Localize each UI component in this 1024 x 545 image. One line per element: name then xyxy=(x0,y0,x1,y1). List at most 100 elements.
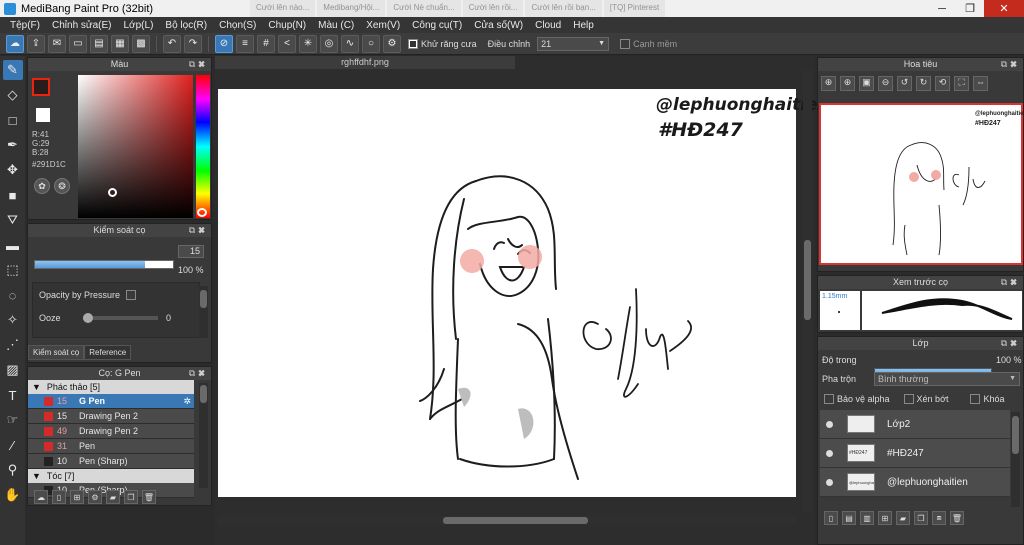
folder-icon[interactable]: ▰ xyxy=(896,511,910,525)
snap-off-icon[interactable]: ⊘ xyxy=(215,34,233,53)
duplicate-icon[interactable]: ❐ xyxy=(124,490,138,504)
rotate-right-icon[interactable]: ↻ xyxy=(916,76,931,91)
eye-icon[interactable] xyxy=(826,420,833,428)
pen-tool-icon[interactable]: ✒ xyxy=(3,135,23,155)
menu-edit[interactable]: Chỉnh sửa(E) xyxy=(46,20,118,31)
ring-icon[interactable]: ○ xyxy=(362,34,380,53)
radial-snap-icon[interactable]: ✳ xyxy=(299,34,317,53)
flip-icon[interactable]: ⇔ xyxy=(973,76,988,91)
clipping-toggle[interactable]: Xén bớt xyxy=(903,394,948,404)
text-tool-icon[interactable]: T xyxy=(3,385,23,405)
menu-window[interactable]: Cửa số(W) xyxy=(468,20,529,31)
zoom-out-icon[interactable]: ⊖ xyxy=(878,76,893,91)
gradient-tool-icon[interactable]: ▬ xyxy=(3,235,23,255)
palette-icon[interactable]: ✿ xyxy=(34,178,50,194)
circle-snap-icon[interactable]: ◎ xyxy=(320,34,338,53)
grid-icon[interactable]: ▩ xyxy=(132,34,150,53)
layer-row[interactable]: #HĐ247 #HĐ247 xyxy=(820,439,1010,468)
trash-icon[interactable]: 🗑 xyxy=(950,511,964,525)
eye-icon[interactable] xyxy=(826,478,833,486)
fit-icon[interactable]: ▣ xyxy=(859,76,874,91)
menu-filter[interactable]: Bộ lọc(R) xyxy=(159,20,213,31)
canvas-horizontal-scrollbar[interactable] xyxy=(218,516,796,525)
trash-icon[interactable]: 🗑 xyxy=(142,490,156,504)
brush-control-scrollbar[interactable] xyxy=(199,286,208,338)
zoom-in-icon[interactable]: ⊕ xyxy=(821,76,836,91)
divide-tool-icon[interactable]: ⁄ xyxy=(3,435,23,455)
select-pen-tool-icon[interactable]: ⋰ xyxy=(3,335,23,355)
panel-window-icon[interactable]: ⧉✖ xyxy=(1001,276,1020,289)
lasso-tool-icon[interactable]: ◌ xyxy=(3,285,23,305)
menu-tools[interactable]: Công cụ(T) xyxy=(406,20,468,31)
menu-cloud[interactable]: Cloud xyxy=(529,20,567,31)
menu-select[interactable]: Chọn(S) xyxy=(213,20,262,31)
brush-group-hair[interactable]: ▼ Tóc [7] xyxy=(28,469,194,483)
layer-list-scrollbar[interactable] xyxy=(1011,412,1020,507)
curve-snap-icon[interactable]: ∿ xyxy=(341,34,359,53)
adjust-select[interactable]: 21 ▼ xyxy=(537,36,610,51)
new-8bit-layer-icon[interactable]: ▥ xyxy=(860,511,874,525)
document-icon[interactable]: ▤ xyxy=(90,34,108,53)
blend-mode-select[interactable]: Bình thường ▼ xyxy=(874,372,1020,386)
brush-size-slider[interactable] xyxy=(34,260,174,269)
gear-icon[interactable]: ✲ xyxy=(183,396,191,407)
canvas-vertical-scrollbar[interactable] xyxy=(803,70,812,512)
brush-item[interactable]: 15 G Pen ✲ xyxy=(28,394,194,409)
select-eraser-tool-icon[interactable]: ▨ xyxy=(3,360,23,380)
operation-tool-icon[interactable]: ☞ xyxy=(3,410,23,430)
close-button[interactable]: ✕ xyxy=(984,0,1024,17)
chat-icon[interactable]: ✉ xyxy=(48,34,66,53)
new-layer-icon[interactable]: ▯ xyxy=(824,511,838,525)
transparent-color-swatch[interactable] xyxy=(36,108,50,122)
collapse-icon[interactable]: ▼ xyxy=(32,471,41,481)
new-halftone-layer-icon[interactable]: ▤ xyxy=(842,511,856,525)
lock-toggle[interactable]: Khóa xyxy=(970,394,1005,404)
menu-layer[interactable]: Lớp(L) xyxy=(118,20,160,31)
brush-item[interactable]: 31 Pen xyxy=(28,439,194,454)
comment-icon[interactable]: ▭ xyxy=(69,34,87,53)
cloud-brush-icon[interactable]: ☁ xyxy=(34,490,48,504)
brush-list-scrollbar[interactable] xyxy=(199,383,208,488)
panel-window-icon[interactable]: ⧉✖ xyxy=(189,58,208,71)
select-tool-icon[interactable]: ⬚ xyxy=(3,260,23,280)
brush-group-sketch[interactable]: ▼ Phác thảo [5] xyxy=(28,380,194,394)
eraser-tool-icon[interactable]: ◇ xyxy=(3,85,23,105)
add-layer-menu-icon[interactable]: ⊞ xyxy=(878,511,892,525)
menu-help[interactable]: Help xyxy=(567,20,600,31)
h-scroll-thumb[interactable] xyxy=(443,517,588,524)
cross-snap-icon[interactable]: # xyxy=(257,34,275,53)
menu-file[interactable]: Tệp(F) xyxy=(4,20,46,31)
bucket-tool-icon[interactable]: ⛛ xyxy=(3,210,23,230)
maximize-button[interactable]: ❐ xyxy=(956,0,984,17)
ooze-knob[interactable] xyxy=(83,313,93,323)
protect-alpha-toggle[interactable]: Bảo vệ alpha xyxy=(824,394,890,404)
upload-icon[interactable]: ⇪ xyxy=(27,34,45,53)
merge-layer-icon[interactable]: ⧈ xyxy=(932,511,946,525)
document-tab[interactable]: rghffdhf.png xyxy=(215,56,515,69)
zoom-in-alt-icon[interactable]: ⊕ xyxy=(840,76,855,91)
fill-rect-tool-icon[interactable]: ■ xyxy=(3,185,23,205)
antialias-toggle[interactable]: Khử răng cưa xyxy=(408,38,477,49)
minimize-button[interactable]: ─ xyxy=(928,0,956,17)
layer-row[interactable]: @lephuonghaitien @lephuonghaitien xyxy=(820,468,1010,497)
panel-window-icon[interactable]: ⧉✖ xyxy=(1001,337,1020,350)
color-wheel-icon[interactable]: ❂ xyxy=(54,178,70,194)
layer-row[interactable]: Lớp2 xyxy=(820,410,1010,439)
eyedropper-tool-icon[interactable]: ⚲ xyxy=(3,460,23,480)
duplicate-layer-icon[interactable]: ❐ xyxy=(914,511,928,525)
new-brush-icon[interactable]: ▯ xyxy=(52,490,66,504)
collapse-icon[interactable]: ▼ xyxy=(32,382,41,392)
hue-slider[interactable] xyxy=(196,75,210,218)
reset-view-icon[interactable]: ⟲ xyxy=(935,76,950,91)
menu-snap[interactable]: Chụp(N) xyxy=(262,20,312,31)
fullscreen-icon[interactable]: ⛶ xyxy=(954,76,969,91)
panel-window-icon[interactable]: ⧉✖ xyxy=(1001,58,1020,71)
hand-tool-icon[interactable]: ✋ xyxy=(3,485,23,505)
sv-cursor[interactable] xyxy=(108,188,117,197)
settings-icon[interactable]: ⚙ xyxy=(383,34,401,53)
saturation-value-picker[interactable] xyxy=(78,75,193,218)
vanishing-point-icon[interactable]: < xyxy=(278,34,296,53)
eye-icon[interactable] xyxy=(826,449,833,457)
cloud-icon[interactable]: ☁ xyxy=(6,34,24,53)
ooze-slider[interactable] xyxy=(83,313,158,323)
